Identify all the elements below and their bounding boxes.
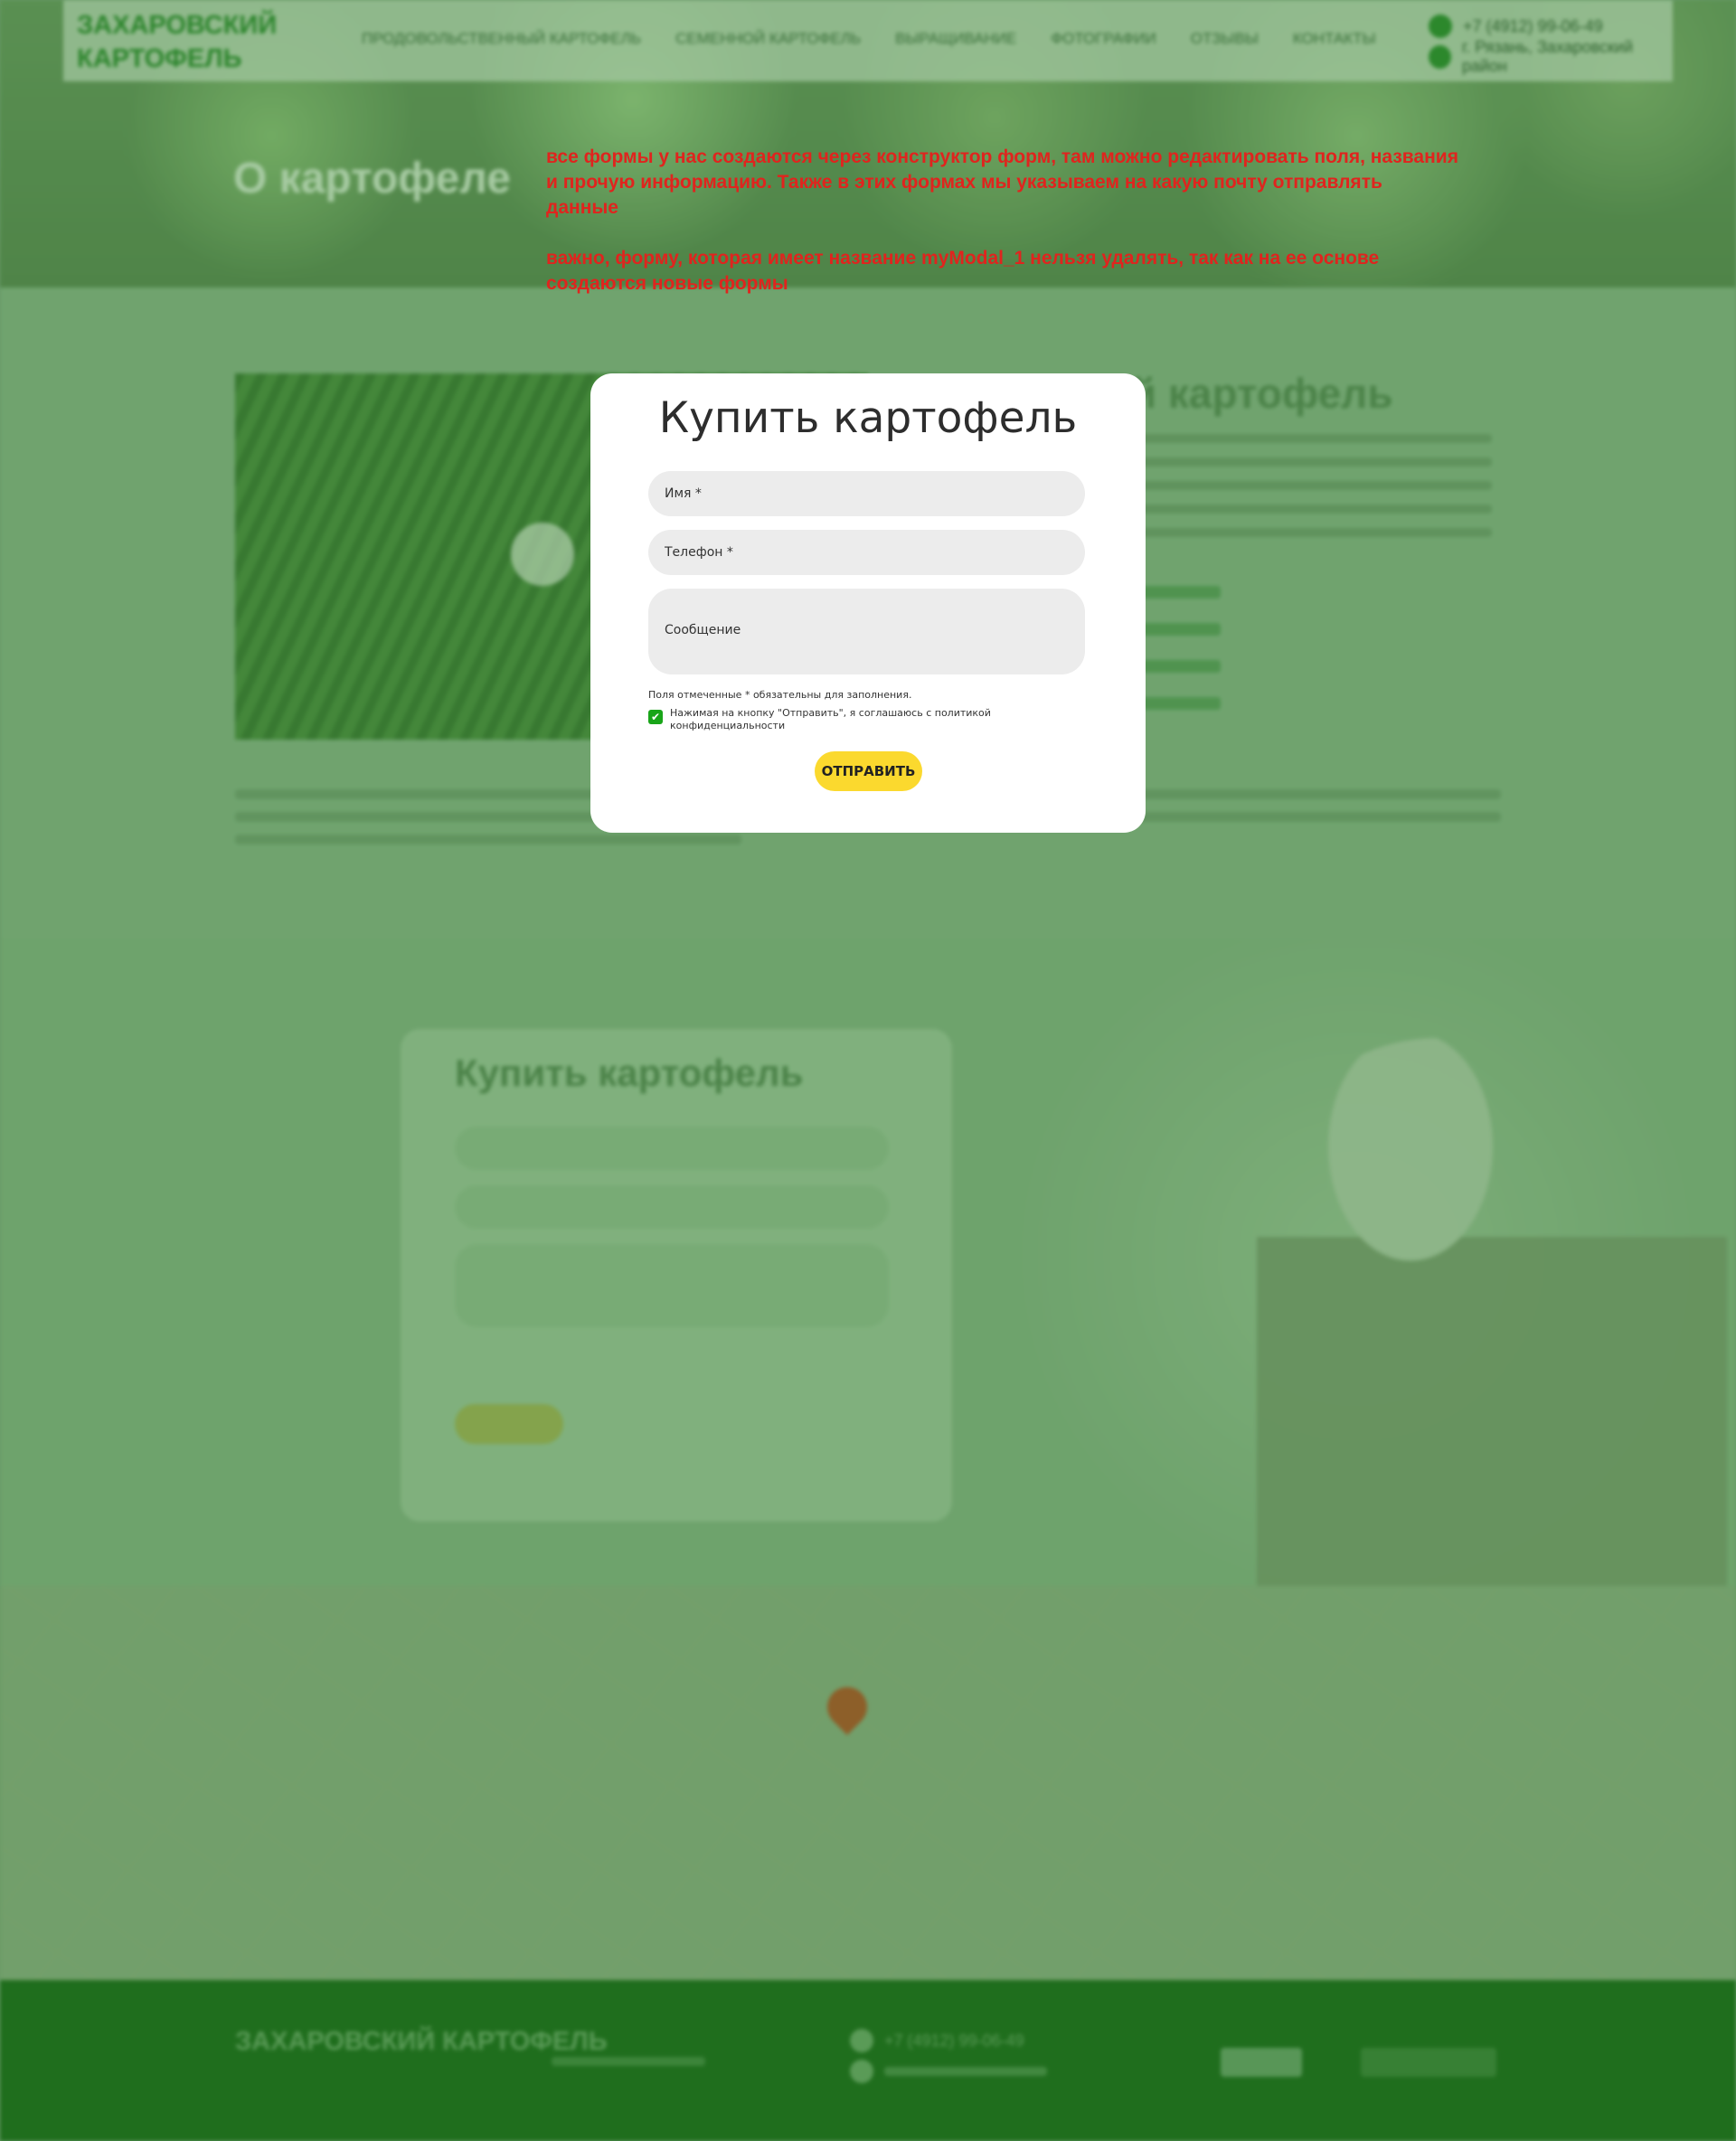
name-field[interactable] bbox=[648, 471, 1085, 516]
phone-field[interactable] bbox=[648, 530, 1085, 575]
message-field[interactable] bbox=[648, 589, 1085, 674]
checkmark-icon: ✔ bbox=[650, 711, 661, 723]
buy-potato-modal: Купить картофель Поля отмеченные * обяза… bbox=[590, 373, 1146, 833]
consent-text: Нажимая на кнопку "Отправить", я соглаша… bbox=[670, 707, 991, 731]
admin-note-forms: все формы у нас создаются через конструк… bbox=[546, 146, 1458, 218]
modal-overlay[interactable] bbox=[0, 0, 1736, 2141]
admin-note: все формы у нас создаются через конструк… bbox=[546, 145, 1459, 297]
modal-title: Купить картофель bbox=[658, 393, 1078, 443]
consent-checkbox[interactable]: ✔ bbox=[648, 710, 663, 724]
admin-note-warning: важно, форму, которая имеет название myM… bbox=[546, 248, 1380, 294]
required-note: Поля отмеченные * обязательны для заполн… bbox=[648, 689, 912, 701]
submit-button[interactable]: ОТПРАВИТЬ bbox=[815, 751, 922, 791]
